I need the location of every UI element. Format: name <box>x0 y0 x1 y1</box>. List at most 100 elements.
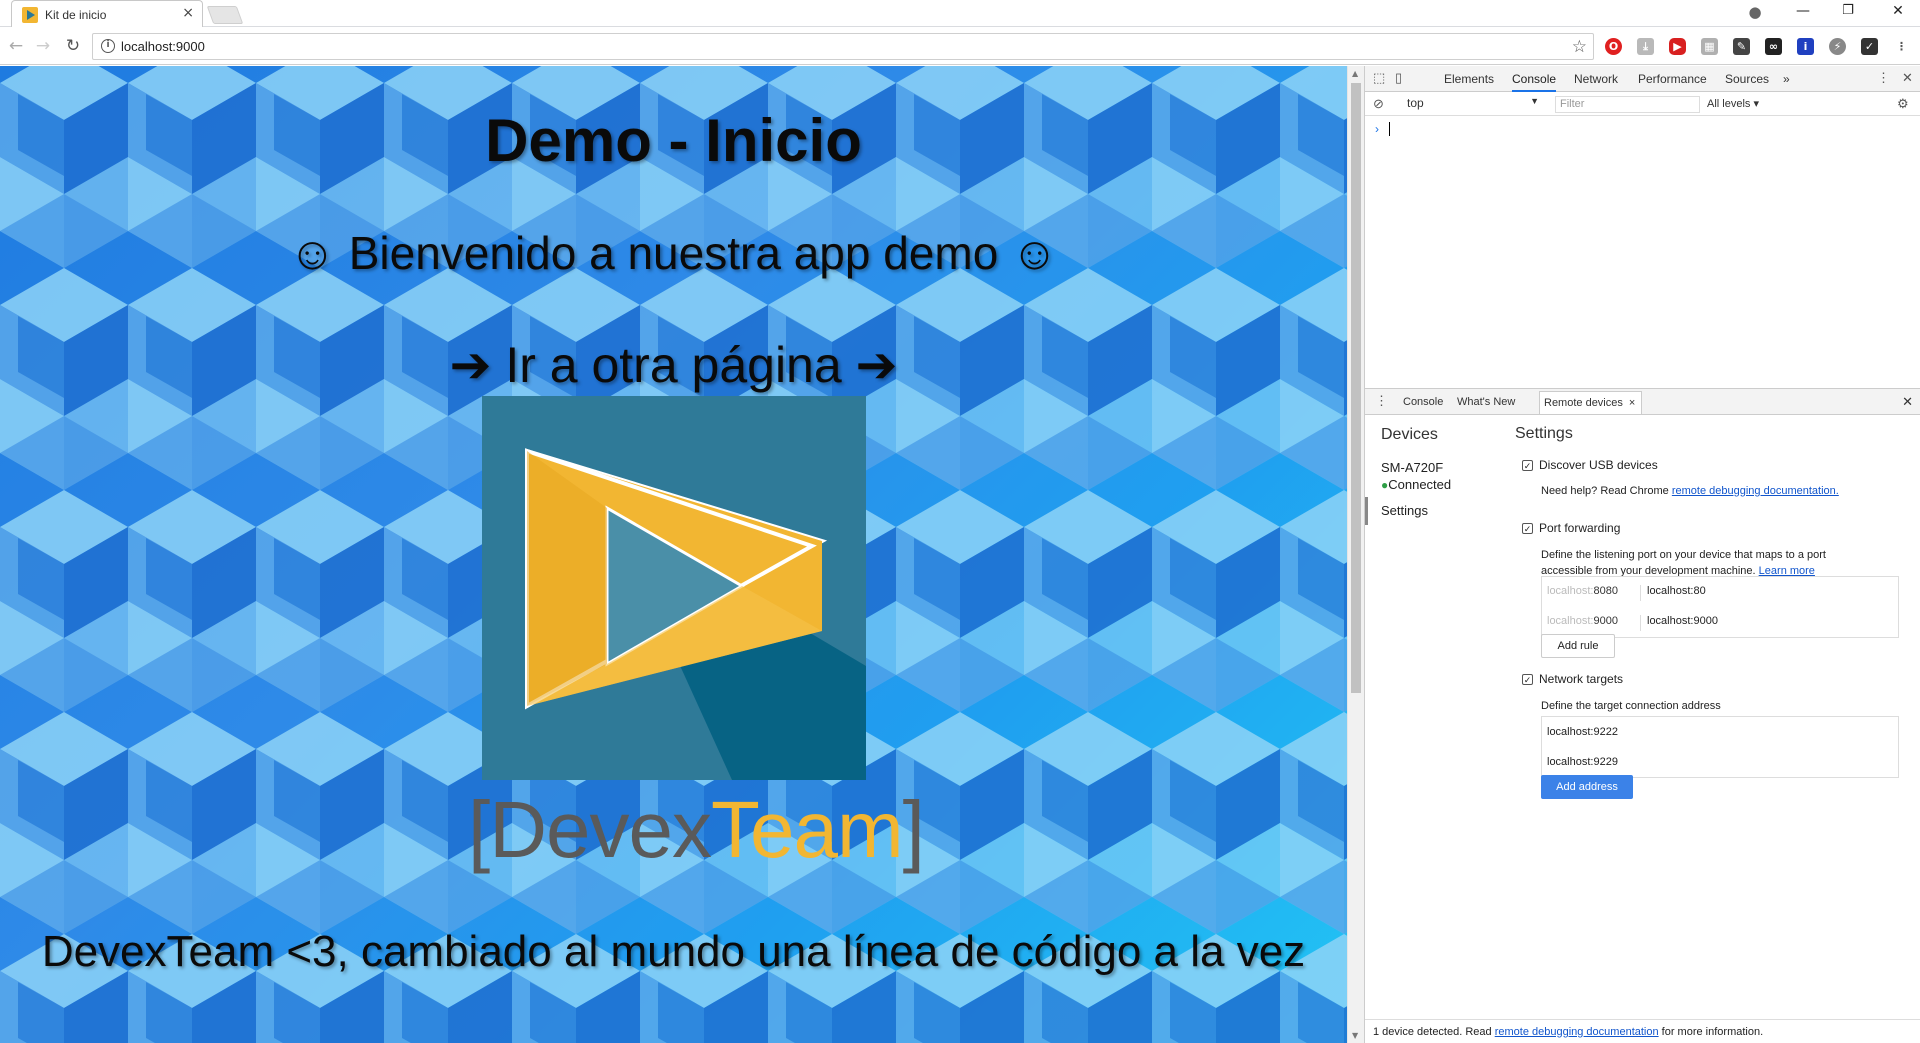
network-targets-checkbox[interactable]: ✓ <box>1522 674 1533 685</box>
go-to-other-page-link[interactable]: ➔ Ir a otra página ➔ <box>0 336 1347 394</box>
brand-devex: Devex <box>489 785 712 874</box>
brand-wordmark: [DevexTeam] <box>468 784 925 876</box>
log-levels-select[interactable]: All levels ▾ <box>1707 97 1759 110</box>
settings-gear-icon[interactable]: ⚙ <box>1897 96 1909 112</box>
eyedropper-extension-icon[interactable]: ✎ <box>1733 38 1750 55</box>
pdf-extension-icon[interactable]: ⤓ <box>1637 38 1654 55</box>
more-tabs-button[interactable]: » <box>1783 72 1790 86</box>
port-rule-row[interactable]: localhost:8080 localhost:80 <box>1542 577 1898 607</box>
usb-help-text: Need help? Read Chrome remote debugging … <box>1541 483 1891 499</box>
remote-debugging-docs-link[interactable]: remote debugging documentation. <box>1672 485 1839 497</box>
rule-port-number: 9000 <box>1593 615 1618 627</box>
devtools-panel: ⬚ ▯ Elements Console Network Performance… <box>1364 66 1920 1043</box>
settings-heading: Settings <box>1515 425 1573 442</box>
tab-sources[interactable]: Sources <box>1725 72 1769 86</box>
devtools-drawer: ⋮ Console What's New Remote devices × ✕ D… <box>1365 388 1920 1043</box>
drawer-tab-remote-devices[interactable]: Remote devices × <box>1539 391 1643 414</box>
glasses-extension-icon[interactable]: ∞ <box>1765 38 1782 55</box>
devices-heading: Devices <box>1381 426 1438 443</box>
restore-button[interactable]: ❐ <box>1838 3 1858 18</box>
device-status-text: Connected <box>1388 477 1452 492</box>
opera-extension-icon[interactable]: O <box>1605 38 1622 55</box>
selected-indicator <box>1365 497 1368 525</box>
drawer-tab-whats-new[interactable]: What's New <box>1457 396 1515 408</box>
remote-devices-label: Remote devices <box>1544 397 1623 409</box>
reload-icon[interactable]: ↻ <box>63 36 83 56</box>
devtools-tabbar: ⬚ ▯ Elements Console Network Performance… <box>1365 66 1920 92</box>
page-title: Demo - Inicio <box>485 107 862 174</box>
url-text[interactable]: localhost:9000 <box>121 39 205 54</box>
drawer-tabbar: ⋮ Console What's New Remote devices × ✕ <box>1365 389 1920 415</box>
remote-tab-close-icon[interactable]: × <box>1629 397 1635 409</box>
rule-port-number: 8080 <box>1593 585 1618 597</box>
inspect-icon[interactable]: ⬚ <box>1373 70 1385 86</box>
target-address: localhost:9222 <box>1547 726 1618 738</box>
status-docs-link[interactable]: remote debugging documentation <box>1495 1026 1659 1038</box>
chevron-down-icon: ▼ <box>1530 96 1539 106</box>
footer-tagline: DevexTeam <3, cambiado al mundo una líne… <box>41 927 1306 976</box>
rule-device-port: localhost:8080 <box>1547 585 1618 597</box>
devtools-status-bar: 1 device detected. Read remote debugging… <box>1365 1019 1920 1043</box>
add-address-button[interactable]: Add address <box>1541 775 1633 799</box>
scroll-up-arrow-icon[interactable]: ▲ <box>1352 69 1358 78</box>
address-bar[interactable]: i localhost:9000 ☆ <box>92 33 1594 60</box>
settings-nav-item[interactable]: Settings <box>1381 503 1428 518</box>
devtools-close-icon[interactable]: ✕ <box>1902 70 1913 86</box>
target-row[interactable]: localhost:9229 <box>1542 747 1898 777</box>
usb-help-prefix: Need help? Read Chrome <box>1541 485 1672 497</box>
drawer-close-icon[interactable]: ✕ <box>1902 394 1913 410</box>
browser-toolbar: ← → ↻ i localhost:9000 ☆ O ⤓ ▶ ▦ ✎ ∞ i ⚡… <box>0 28 1920 65</box>
forward-icon[interactable]: → <box>33 36 53 56</box>
tab-elements[interactable]: Elements <box>1444 72 1494 86</box>
context-select[interactable]: top ▼ <box>1407 96 1539 113</box>
tab-title: Kit de inicio <box>45 8 107 22</box>
page-scrollbar[interactable]: ▲ ▼ <box>1347 66 1364 1043</box>
star-icon[interactable]: ☆ <box>1572 37 1587 57</box>
port-rule-row[interactable]: localhost:9000 localhost:9000 <box>1542 607 1898 637</box>
device-toolbar-icon[interactable]: ▯ <box>1395 70 1402 86</box>
port-forwarding-checkbox[interactable]: ✓ <box>1522 523 1533 534</box>
console-input[interactable] <box>1389 122 1390 136</box>
bolt-extension-icon[interactable]: ⚡ <box>1829 38 1846 55</box>
network-targets-table: localhost:9222 localhost:9229 <box>1541 716 1899 778</box>
browser-tab[interactable]: Kit de inicio × <box>11 0 203 27</box>
welcome-message: ☺ Bienvenido a nuestra app demo ☺ <box>288 227 1059 279</box>
close-window-button[interactable]: ✕ <box>1888 3 1908 19</box>
port-forwarding-help: Define the listening port on your device… <box>1541 547 1871 579</box>
tab-close-icon[interactable]: × <box>182 5 194 21</box>
chrome-menu-icon[interactable]: ⋮ <box>1893 38 1910 55</box>
tab-performance[interactable]: Performance <box>1638 72 1707 86</box>
console-prompt-icon: › <box>1375 122 1379 136</box>
brand-team: Team <box>711 785 904 874</box>
brand-bracket-right: ] <box>902 785 925 874</box>
minimize-button[interactable]: — <box>1793 3 1813 19</box>
drawer-tab-console[interactable]: Console <box>1403 396 1443 408</box>
youtube-extension-icon[interactable]: ▶ <box>1669 38 1686 55</box>
port-rules-table: localhost:8080 localhost:80 localhost:90… <box>1541 576 1899 638</box>
status-prefix: 1 device detected. Read <box>1373 1026 1495 1038</box>
back-icon[interactable]: ← <box>6 36 26 56</box>
drawer-menu-icon[interactable]: ⋮ <box>1375 393 1388 409</box>
tab-network[interactable]: Network <box>1574 72 1618 86</box>
console-toolbar: ⊘ top ▼ Filter All levels ▾ ⚙ <box>1365 93 1920 116</box>
target-row[interactable]: localhost:9222 <box>1542 717 1898 747</box>
status-suffix: for more information. <box>1658 1026 1764 1038</box>
scroll-down-arrow-icon[interactable]: ▼ <box>1352 1031 1358 1040</box>
console-filter-input[interactable]: Filter <box>1555 96 1700 113</box>
device-name[interactable]: SM-A720F <box>1381 460 1443 475</box>
info-extension-icon[interactable]: i <box>1797 38 1814 55</box>
discover-usb-checkbox[interactable]: ✓ <box>1522 460 1533 471</box>
new-tab-button[interactable] <box>206 6 244 24</box>
add-rule-button[interactable]: Add rule <box>1541 634 1615 658</box>
profile-icon[interactable]: ● <box>1745 3 1765 21</box>
rule-port-prefix: localhost: <box>1547 615 1594 627</box>
pocket-extension-icon[interactable]: ✓ <box>1861 38 1878 55</box>
info-icon[interactable]: i <box>101 39 115 53</box>
network-targets-label: Network targets <box>1539 672 1624 686</box>
rule-port-prefix: localhost: <box>1547 585 1594 597</box>
tab-console[interactable]: Console <box>1512 72 1557 92</box>
scroll-thumb[interactable] <box>1351 83 1361 693</box>
clear-console-icon[interactable]: ⊘ <box>1373 96 1384 112</box>
grid-extension-icon[interactable]: ▦ <box>1701 38 1718 55</box>
kebab-menu-icon[interactable]: ⋮ <box>1877 70 1890 86</box>
